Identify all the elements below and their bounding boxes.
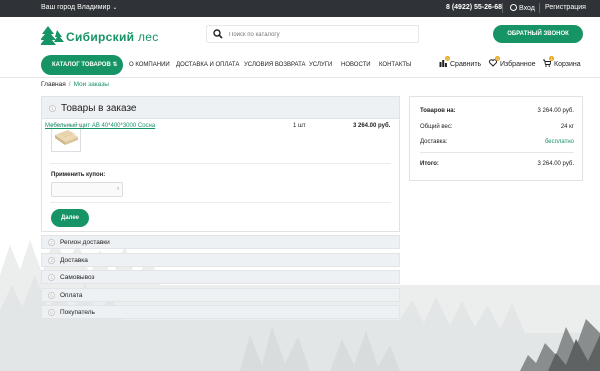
fir-tree-icon (41, 26, 64, 45)
nav-item-news[interactable]: НОВОСТИ (341, 62, 371, 68)
step-number-badge: 4 (48, 274, 55, 281)
chevron-down-icon: ⌄ (112, 5, 118, 11)
user-icon (510, 4, 517, 11)
product-price: 3 264.00 руб. (353, 123, 391, 129)
order-items-header[interactable]: 1 Товары в заказе (42, 97, 399, 119)
city-selector[interactable]: Ваш город Владимир ⌄ (41, 4, 117, 11)
product-quantity: 1 шт (293, 123, 306, 129)
sliders-icon: ⇅ (112, 62, 118, 68)
nav-item-contacts[interactable]: КОНТАКТЫ (379, 62, 411, 68)
next-button[interactable]: Далее (51, 209, 89, 227)
cart-link[interactable]: 1 Корзина (543, 56, 581, 68)
login-link[interactable]: Вход (510, 4, 535, 12)
summary-goods-value: 3 264.00 руб. (537, 108, 574, 114)
nav-item-returns[interactable]: УСЛОВИЯ ВОЗВРАТА (244, 62, 306, 68)
step-number-badge: 6 (48, 309, 55, 316)
step-number-badge: 3 (48, 257, 55, 264)
divider (502, 3, 503, 13)
breadcrumb-current[interactable]: Мои заказы (74, 81, 109, 88)
step-label: Доставка (60, 257, 88, 264)
cart-icon: 1 (543, 56, 554, 67)
order-items-title: Товары в заказе (61, 103, 137, 114)
step-payment[interactable]: 5 Оплата (41, 288, 400, 302)
compare-count-badge: 0 (445, 56, 450, 61)
summary-total-label: Итого: (420, 161, 439, 167)
step-number-badge: 1 (49, 105, 56, 112)
step-label: Регион доставки (60, 239, 110, 246)
section-divider (50, 202, 391, 203)
compare-link[interactable]: 0 Сравнить (439, 56, 482, 68)
favorites-count-badge: 0 (495, 56, 500, 61)
divider (539, 3, 540, 13)
step-label: Самовывоз (60, 274, 95, 281)
favorites-label: Избранное (500, 61, 536, 68)
compare-label: Сравнить (450, 61, 482, 68)
logo-text: Сибирский лес (66, 30, 159, 44)
breadcrumb-home[interactable]: Главная (41, 81, 66, 88)
coupon-label: Применить купон: (51, 172, 106, 178)
logo-accent-text: лес (137, 30, 159, 44)
step-pickup[interactable]: 4 Самовывоз (41, 270, 400, 284)
breadcrumb-separator: / (68, 81, 71, 88)
step-region[interactable]: 2 Регион доставки (41, 235, 400, 249)
step-number-badge: 2 (48, 239, 55, 246)
summary-weight-label: Общий вес: (420, 124, 453, 130)
search-bar (206, 25, 419, 43)
favorites-link[interactable]: 0 Избранное (488, 56, 536, 68)
step-number-badge: 5 (48, 292, 55, 299)
nav-item-services[interactable]: УСЛУГИ (309, 62, 332, 68)
summary-goods-label: Товаров на: (420, 108, 456, 114)
breadcrumb: Главная / Мои заказы (41, 81, 109, 88)
heart-icon: 0 (488, 56, 500, 67)
summary-delivery-label: Доставка: (420, 139, 448, 145)
cart-count-badge: 1 (549, 56, 554, 61)
phone-number[interactable]: 8 (4922) 55-26-68 (446, 4, 502, 11)
catalog-button[interactable]: КАТАЛОГ ТОВАРОВ ⇅ (41, 55, 123, 75)
search-input[interactable] (229, 29, 409, 40)
callback-button[interactable]: ОБРАТНЫЙ ЗВОНОК (493, 25, 583, 43)
nav-divider (0, 77, 600, 78)
nav-item-delivery[interactable]: ДОСТАВКА И ОПЛАТА (176, 62, 239, 68)
chevron-right-icon[interactable]: › (117, 186, 119, 192)
catalog-label: КАТАЛОГ ТОВАРОВ (52, 62, 111, 68)
logo-main-text: Сибирский (66, 30, 135, 44)
compare-icon: 0 (439, 56, 450, 67)
order-items-section: 1 Товары в заказе Применить купон: › Дал… (41, 96, 400, 232)
top-bar: Ваш город Владимир ⌄ 8 (4922) 55-26-68 Вх… (0, 0, 600, 17)
summary-delivery-value: бесплатно (544, 139, 574, 145)
login-label: Вход (519, 5, 535, 12)
city-label: Ваш город Владимир (41, 4, 111, 11)
step-buyer[interactable]: 6 Покупатель (41, 305, 400, 319)
step-label: Покупатель (60, 309, 95, 316)
register-link[interactable]: Регистрация (545, 4, 586, 11)
step-delivery[interactable]: 3 Доставка (41, 253, 400, 267)
step-label: Оплата (60, 292, 83, 299)
cart-label: Корзина (554, 61, 581, 68)
summary-weight-value: 24 кг (560, 124, 574, 130)
section-divider (50, 163, 391, 164)
nav-item-about[interactable]: О КОМПАНИИ (129, 62, 170, 68)
coupon-input[interactable]: › (51, 182, 123, 197)
summary-total-value: 3 264.00 руб. (537, 161, 574, 167)
order-summary: Товаров на: 3 264.00 руб. Общий вес: 24 кг… (409, 96, 583, 181)
summary-divider (420, 152, 574, 153)
search-icon[interactable] (213, 29, 223, 39)
product-name-link[interactable]: Мебельный щит АВ 40*400*3000 Сосна (45, 123, 155, 129)
